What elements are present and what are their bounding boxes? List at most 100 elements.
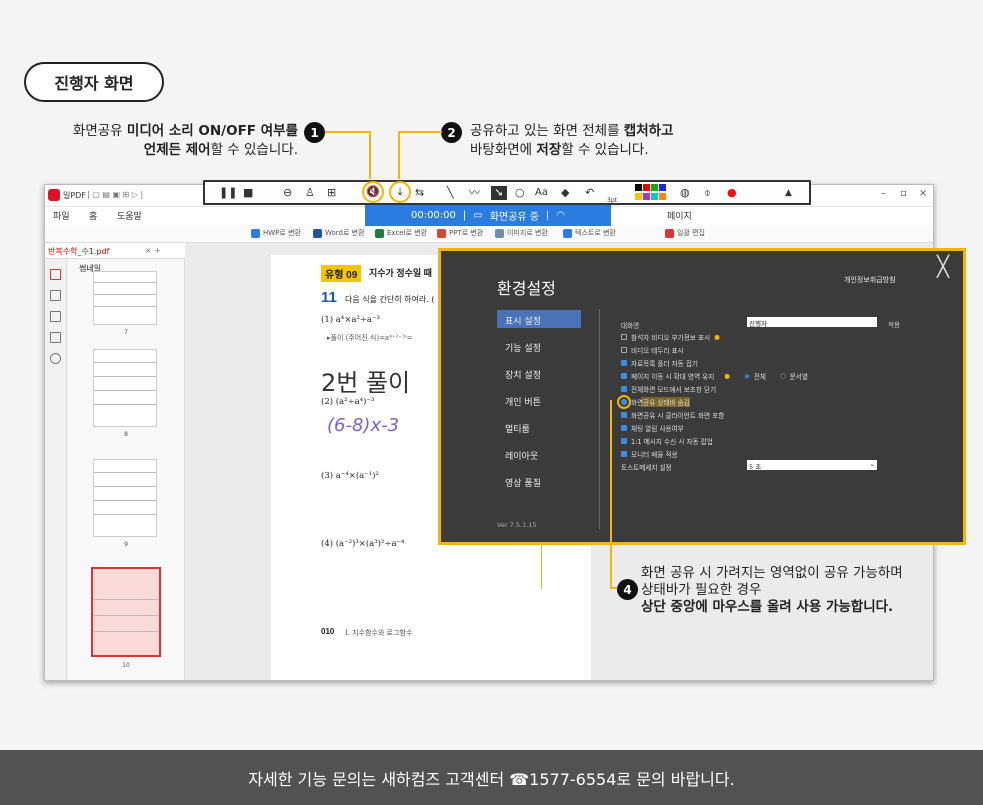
comment-icon[interactable]: [50, 311, 61, 322]
radio-unselected-icon[interactable]: ○: [780, 372, 786, 380]
pause-icon[interactable]: ❚❚: [219, 186, 237, 200]
menu-file[interactable]: 파일: [53, 209, 70, 222]
option-row[interactable]: 모니터 배율 적용: [621, 449, 678, 459]
problem-number: 11: [321, 289, 337, 306]
settings-menu-personal-button[interactable]: 개인 버튼: [497, 391, 581, 409]
maximize-icon[interactable]: ▫: [900, 188, 907, 199]
close-icon[interactable]: ×: [919, 188, 927, 199]
option-row-highlighted[interactable]: 화면공유 상태바 숨김: [617, 395, 690, 409]
left-icon-bar: [45, 259, 67, 680]
footer-banner: 자세한 기능 문의는 새하컴즈 고객센터 ☎1577-6554로 문의 바랍니다…: [0, 750, 983, 805]
eraser-icon[interactable]: ◆: [561, 186, 569, 200]
checkbox-unchecked[interactable]: [621, 334, 627, 340]
checkbox-checked[interactable]: [621, 412, 627, 418]
color-palette[interactable]: [635, 184, 669, 201]
option-row[interactable]: 참석자 비디오 부가정보 표시 ●: [621, 332, 720, 342]
option-row[interactable]: 자료목록 폴더 자동 접기: [621, 358, 698, 368]
settings-menu-function[interactable]: 기능 설정: [497, 337, 581, 355]
excel-icon: [375, 228, 384, 238]
close-tab-icon[interactable]: × +: [145, 246, 161, 255]
mouse-icon[interactable]: ⌽: [704, 186, 711, 200]
freehand-tool-icon[interactable]: 〰: [469, 186, 480, 200]
chat-icon[interactable]: ⊖: [283, 186, 292, 200]
nickname-input[interactable]: 진행자: [747, 317, 877, 328]
share-swap-icon[interactable]: ⇆: [415, 186, 424, 200]
thumbnail-page-10[interactable]: [91, 567, 161, 657]
user-icon[interactable]: ♙: [305, 186, 315, 200]
convert-excel-button[interactable]: Excel로 변환: [375, 228, 427, 238]
type-title: 지수가 정수일 때: [369, 268, 432, 278]
settings-menu-video-quality[interactable]: 영상 품질: [497, 472, 581, 490]
elapsed-time: 00:00:00: [410, 210, 456, 221]
settings-menu-display[interactable]: 표시 설정: [497, 310, 581, 328]
thumbnail-view-icon[interactable]: [50, 269, 61, 280]
checkbox-checked[interactable]: [617, 395, 631, 409]
checkbox-checked[interactable]: [621, 451, 627, 457]
thumbnail-panel: 썸네일 7 8 9 10: [67, 259, 185, 680]
screen-share-toolbar: ❚❚ ■ ⊖ ♙ ⊞ 🔇 ⤓ ⇆ ╲ 〰 ➘ ○ Aa ◆ ↶ 3pt ◍ ⌽ …: [203, 180, 811, 205]
line-tool-icon[interactable]: ╲: [447, 186, 454, 200]
text-tool-icon[interactable]: Aa: [535, 186, 548, 200]
stop-icon[interactable]: ■: [243, 186, 253, 200]
option-row[interactable]: 비디오 테두리 표시: [621, 345, 684, 355]
option-row[interactable]: 페이지 이동 시 확대 영역 유지 ● ◉ 전체 ○ 문서별: [621, 371, 808, 381]
version-label: Ver 7.5.1.15: [497, 521, 537, 529]
thumbnail-page-8[interactable]: [93, 349, 157, 427]
thumbnail-page-9[interactable]: [93, 459, 157, 537]
convert-word-button[interactable]: Word로 변환: [313, 228, 365, 238]
word-icon: [313, 228, 322, 238]
record-icon[interactable]: ●: [727, 186, 737, 200]
checkbox-checked[interactable]: [621, 373, 627, 379]
settings-menu-multiroom[interactable]: 멀티룸: [497, 418, 581, 436]
pin-icon[interactable]: ▲: [785, 186, 792, 200]
attachment-icon[interactable]: [50, 332, 61, 343]
settings-menu-layout[interactable]: 레이아웃: [497, 445, 581, 463]
mute-speaker-icon[interactable]: 🔇: [362, 181, 384, 203]
wifi-icon: ◠: [556, 210, 566, 221]
shape-tool-icon[interactable]: ○: [515, 186, 525, 200]
type-badge: 유형 09: [321, 265, 362, 282]
undo-icon[interactable]: ↶: [585, 186, 594, 200]
app-title: 일PDF: [63, 191, 86, 200]
convert-text-button[interactable]: 텍스트로 변환: [563, 228, 616, 238]
convert-ppt-button[interactable]: PPT로 변환: [437, 228, 483, 238]
item-4: (4) (a⁻²)³×(a³)²÷a⁻⁴: [321, 539, 405, 549]
thumbnail-number: 10: [122, 662, 130, 669]
settings-menu-device[interactable]: 장치 설정: [497, 364, 581, 382]
thumbnail-number: 8: [124, 431, 128, 438]
footer-section: I. 지수함수와 로그함수: [345, 629, 413, 637]
checkbox-unchecked[interactable]: [621, 347, 627, 353]
bookmark-icon[interactable]: [50, 290, 61, 301]
option-row[interactable]: 1:1 메시지 수신 시 자동 팝업: [621, 436, 713, 446]
checkbox-checked[interactable]: [621, 425, 627, 431]
menu-home[interactable]: 홈: [89, 209, 97, 222]
page-label: 페이지: [667, 212, 692, 222]
checkbox-checked[interactable]: [621, 438, 627, 444]
nickname-label: 대화명: [621, 322, 640, 330]
problem-text: 다음 식을 간단히 하여라. (: [345, 295, 435, 304]
option-row[interactable]: 채팅 알림 사용여부: [621, 423, 684, 433]
file-tab[interactable]: 반복수학_수1.pdf × +: [45, 243, 185, 259]
thumbnail-page-7[interactable]: [93, 271, 157, 325]
toast-label: 토스트메세지 설정: [621, 464, 672, 472]
toast-select[interactable]: 5 초 ⌄: [747, 460, 877, 471]
apply-button[interactable]: 적용: [888, 319, 900, 329]
checkbox-checked[interactable]: [621, 386, 627, 392]
close-icon[interactable]: ╳: [937, 254, 949, 278]
minimize-icon[interactable]: –: [881, 188, 886, 199]
quick-access-icons[interactable]: | ▢ ▤ ▣ ⊞ ▷ |: [87, 190, 143, 199]
batch-edit-button[interactable]: 일괄 편집: [665, 228, 705, 238]
checkbox-checked[interactable]: [621, 360, 627, 366]
search-icon[interactable]: [50, 353, 61, 364]
menu-help[interactable]: 도움말: [117, 209, 142, 222]
convert-hwp-button[interactable]: HWP로 변환: [251, 228, 301, 238]
privacy-link[interactable]: 개인정보취급방침: [844, 275, 896, 285]
radio-selected-icon[interactable]: ◉: [744, 372, 750, 380]
pointer-tool-icon[interactable]: ➘: [491, 186, 507, 200]
option-row[interactable]: 화면공유 시 클라이언트 화면 포함: [621, 410, 724, 420]
grid-icon[interactable]: ⊞: [327, 186, 336, 200]
option-row[interactable]: 전체화면 모드에서 보조창 닫기: [621, 384, 716, 394]
convert-image-button[interactable]: 이미지로 변환: [495, 228, 548, 238]
capture-download-icon[interactable]: ⤓: [389, 181, 411, 203]
palette-icon[interactable]: ◍: [680, 186, 690, 200]
